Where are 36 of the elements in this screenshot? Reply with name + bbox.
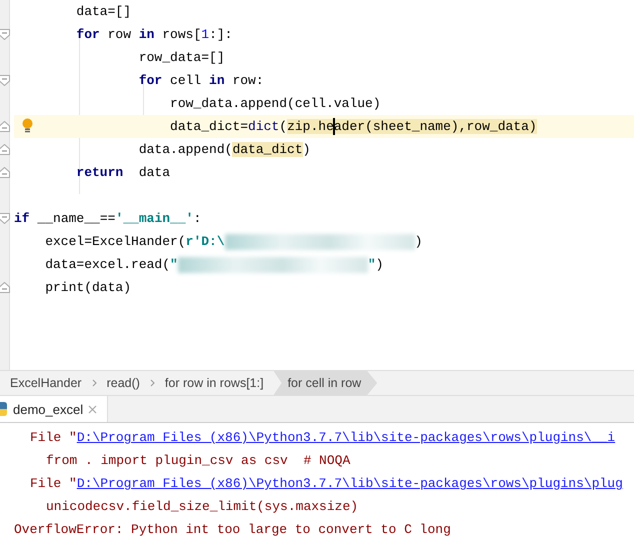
python-icon — [0, 401, 8, 417]
chevron-icon — [150, 379, 155, 387]
breadcrumb-item[interactable]: ExcelHander — [6, 371, 86, 395]
breadcrumb-item[interactable]: for cell in row — [274, 371, 378, 395]
file-link[interactable]: D:\Program Files (x86)\Python3.7.7\lib\site-packages\rows\plugins\plug — [76, 476, 623, 491]
code-line: row_data=[] — [138, 49, 226, 67]
code-line: excel=ExcelHander(r'D:\ ) — [44, 232, 424, 252]
fold-marker-icon[interactable] — [0, 29, 10, 40]
fold-marker-icon[interactable] — [0, 121, 10, 132]
run-tab[interactable]: demo_excel — [0, 396, 108, 422]
breadcrumb-item[interactable]: for row in rows[1:] — [160, 371, 268, 395]
console-text: File " — [30, 430, 77, 445]
console-text: from . import plugin_csv as csv # NOQA — [46, 453, 350, 468]
fold-marker-icon[interactable] — [0, 213, 10, 224]
lightbulb-icon[interactable] — [22, 118, 33, 133]
console-text: unicodecsv.field_size_limit(sys.maxsize) — [46, 499, 358, 514]
chevron-icon — [92, 379, 97, 387]
code-line: for cell in row: — [138, 72, 265, 90]
close-icon[interactable] — [88, 404, 98, 414]
code-line: data=excel.read(" ") — [44, 256, 384, 275]
code-line: return data — [75, 164, 172, 182]
fold-marker-icon[interactable] — [0, 167, 10, 178]
console-text: File " — [30, 476, 77, 491]
breadcrumb-item[interactable]: read() — [102, 371, 144, 395]
code-line: row_data.append(cell.value) — [169, 95, 382, 113]
code-line: print(data) — [44, 279, 132, 297]
fold-marker-icon[interactable] — [0, 75, 10, 86]
fold-marker-icon[interactable] — [0, 282, 10, 293]
console-text: OverflowError: Python int too large to convert to C long — [14, 522, 451, 537]
code-line: data=[] — [75, 3, 132, 21]
tab-label: demo_excel — [13, 402, 84, 416]
code-line: for row in rows[1:]: — [75, 26, 234, 44]
file-link[interactable]: D:\Program Files (x86)\Python3.7.7\lib\site-packages\rows\plugins\__i — [76, 430, 616, 445]
code-line: if __name__=='__main__': — [14, 210, 202, 228]
code-line: data.append(data_dict) — [138, 141, 312, 159]
fold-marker-icon[interactable] — [0, 144, 10, 155]
